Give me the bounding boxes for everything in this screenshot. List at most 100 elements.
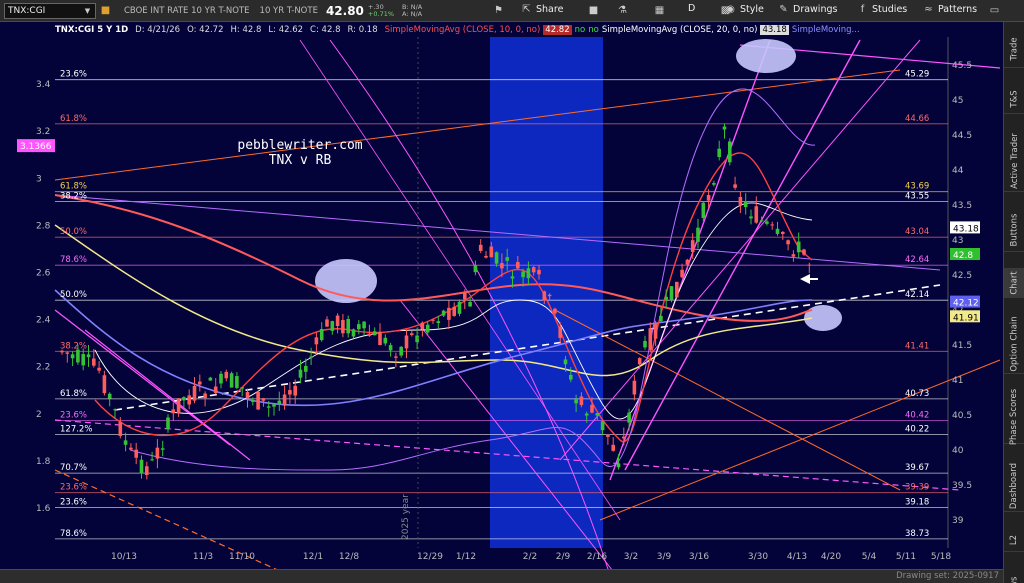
sidebar-tab-dashboard[interactable]: Dashboard [1004,460,1024,512]
candle-body [378,331,382,346]
candle-body [622,436,626,439]
y-tick-left: 2.2 [36,363,50,373]
candle-body [372,331,377,336]
right-sidebar: Trade T&S Active Trader Buttons Chart Option … [1003,22,1024,583]
candle-body [765,221,769,224]
sidebar-tab-l2[interactable]: L2 [1004,528,1024,552]
candle-body [420,322,425,330]
sidebar-tab-t-s[interactable]: T&S [1004,84,1024,114]
candle-body [235,376,239,388]
candle-body [107,393,112,399]
candle-body [791,254,796,257]
candle-body [410,333,414,335]
candle-body [272,404,276,407]
fib-level-label: 78.6% [60,529,87,539]
candle-body [632,380,637,395]
fib-price-label: 39.39 [905,483,929,493]
x-tick: 2/9 [556,552,571,562]
candle-body [436,321,441,324]
candle-body [590,404,594,413]
sidebar-tab-option-chain[interactable]: Option Chain [1004,314,1024,374]
candle-body [722,126,727,130]
candle-body [537,269,541,275]
x-tick: 11/3 [193,552,213,562]
candle-body [685,259,690,265]
sma10-label[interactable]: SimpleMovingAvg (CLOSE, 10, 0, no) [385,25,541,35]
candle-body [357,324,361,330]
candle-body [92,358,96,366]
sidebar-tab-trade[interactable]: Trade [1004,30,1024,68]
sidebar-tab-label: L2 [1009,534,1020,545]
candle-body [335,315,340,326]
candle-body [759,220,764,222]
x-tick: 1/12 [456,552,476,562]
sma20-label[interactable]: SimpleMovingAvg (CLOSE, 20, 0, no) [602,25,758,35]
candle-body [452,306,456,316]
candle-body [187,395,191,405]
candle-body [388,345,393,351]
left-marker-label: 3.1366 [20,142,52,152]
sidebar-tab-label: Active Trader [1009,132,1020,189]
fib-price-label: 40.22 [905,425,929,435]
y-tick-right: 41 [952,376,963,386]
sidebar-tab-phase-scores[interactable]: Phase Scores [1004,388,1024,445]
candle-body [463,292,467,300]
fib-price-label: 40.42 [905,411,929,421]
candle-body [447,307,451,320]
candle-body [224,371,229,379]
candle-body [781,231,785,234]
fib-level-label: 61.8% [60,389,87,399]
candle-body [637,358,642,365]
candle-body [219,373,223,384]
x-tick: 3/2 [624,552,638,562]
candle-body [346,318,350,334]
sma10-value: 42.82 [543,25,572,35]
y-tick-left: 2 [36,410,42,420]
candle-body [526,268,531,279]
candle-body [600,421,605,431]
price-chart[interactable]: 23.6% 45.2961.8% 44.6661.8% 43.6938.2% 43.55… [0,0,1003,583]
value-box-label: 41.91 [953,313,979,323]
candle-body [134,449,138,458]
sidebar-tab-active-trader[interactable]: Active Trader [1004,130,1024,192]
sidebar-tab-buttons[interactable]: Buttons [1004,208,1024,252]
candle-body [669,286,674,301]
candle-body [362,321,366,329]
candle-body [176,398,181,414]
candle-body [341,320,345,334]
value-box-label: 42.8 [953,251,973,261]
x-tick: 5/11 [896,552,916,562]
candle-body [256,391,260,410]
candle-body [584,413,589,416]
sidebar-tab-label: Trade [1009,36,1020,61]
sma-purple-label[interactable]: SimpleMoving... [792,25,860,35]
fib-price-label: 41.41 [905,341,929,351]
candle-body [240,387,244,389]
candle-body [251,400,255,402]
value-box-label: 43.18 [953,224,979,234]
candle-body [643,340,647,348]
study-info-bar: TNX:CGI 5 Y 1D D: 4/21/26 O: 42.72 H: 42… [55,23,940,37]
x-tick: 4/20 [821,552,841,562]
candle-body [203,393,207,399]
fib-price-label: 39.18 [905,497,929,507]
candle-body [76,349,80,363]
sma20-value: 43.18 [760,25,789,35]
y-tick-right: 43 [952,236,963,246]
y-tick-right: 41.5 [952,341,972,351]
candle-body [229,373,234,388]
candle-body [786,240,790,245]
candle-body [595,413,600,416]
sidebar-tab-label: Chart [1009,270,1020,295]
candle-body [563,359,568,365]
chart-symbol-timeframe: TNX:CGI 5 Y 1D [55,25,129,35]
candle-body [754,206,759,223]
candle-body [351,329,356,337]
x-tick: 5/4 [862,552,877,562]
candle-body [553,308,557,314]
sidebar-tab-news[interactable]: News [1004,568,1024,583]
sma-flag-1: no [574,25,586,35]
x-tick: 12/29 [417,552,443,562]
fib-level-label: 50.0% [60,227,87,237]
sidebar-tab-chart[interactable]: Chart [1004,268,1024,298]
